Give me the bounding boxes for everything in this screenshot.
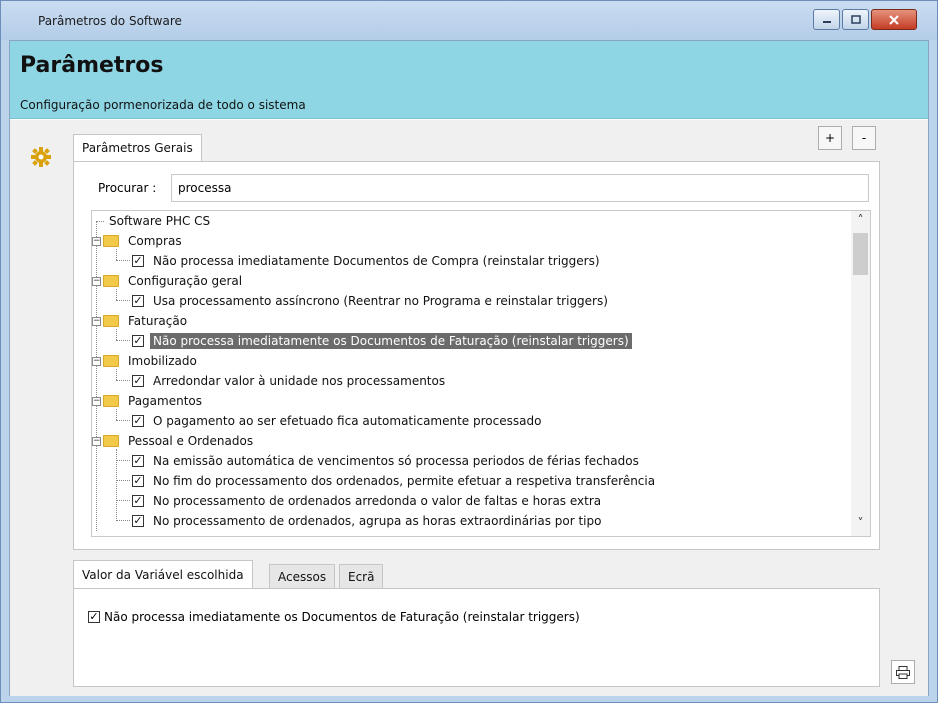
tree-root-label: Software PHC CS — [109, 214, 211, 228]
tab-label: Valor da Variável escolhida — [82, 567, 244, 582]
tab-ecra[interactable]: Ecrã — [339, 564, 384, 589]
checkbox-checked-icon[interactable]: ✓ — [132, 455, 144, 467]
tree-item[interactable]: ✓ Arredondar valor à unidade nos process… — [132, 371, 448, 391]
checkbox-checked-icon[interactable]: ✓ — [132, 475, 144, 487]
minimize-button[interactable] — [813, 9, 840, 30]
tree-group-label: Imobilizado — [128, 354, 197, 368]
tab-label: Ecrã — [348, 569, 375, 584]
window-title: Parâmetros do Software — [38, 14, 182, 28]
folder-icon — [103, 315, 119, 327]
tree-item[interactable]: ✓ No fim do processamento dos ordenados,… — [132, 471, 658, 491]
app-window: Parâmetros do Software Parâmetros Config… — [0, 0, 938, 703]
maximize-button[interactable] — [842, 9, 869, 30]
gear-icon — [30, 146, 52, 168]
tree-group-faturacao[interactable]: − Faturação — [92, 311, 190, 331]
tab-label: Acessos — [278, 569, 327, 584]
tree-item-label: Na emissão automática de vencimentos só … — [153, 454, 639, 468]
tab-label: Parâmetros Gerais — [82, 141, 193, 155]
tree-item[interactable]: ✓ O pagamento ao ser efetuado fica autom… — [132, 411, 544, 431]
checkbox-checked-icon[interactable]: ✓ — [88, 611, 100, 623]
scroll-thumb[interactable] — [853, 233, 868, 275]
collapse-all-button[interactable]: - — [852, 126, 876, 150]
checkbox-checked-icon[interactable]: ✓ — [132, 515, 144, 527]
expand-all-button[interactable]: + — [818, 126, 842, 150]
tree-item[interactable]: ✓ No processamento de ordenados, agrupa … — [132, 511, 604, 531]
tree-group-label: Configuração geral — [128, 274, 243, 288]
search-label: Procurar : — [98, 181, 157, 195]
tree-item[interactable]: ✓ No processamento de ordenados arredond… — [132, 491, 604, 511]
tree-group-label: Pagamentos — [128, 394, 202, 408]
checkbox-checked-icon[interactable]: ✓ — [132, 255, 144, 267]
tree-item-label: O pagamento ao ser efetuado fica automat… — [153, 414, 542, 428]
content-area: Parâmetros Gerais + - Procurar : Softwar… — [10, 120, 928, 696]
page-title: Parâmetros — [20, 53, 164, 78]
scroll-down-icon[interactable]: ˅ — [851, 516, 870, 534]
tab-parametros-gerais[interactable]: Parâmetros Gerais — [73, 134, 202, 162]
checkbox-checked-icon[interactable]: ✓ — [132, 495, 144, 507]
tree-group-pessoal-e-ordenados[interactable]: − Pessoal e Ordenados — [92, 431, 256, 451]
tree-group-label: Faturação — [128, 314, 188, 328]
tree-item-label: No processamento de ordenados arredonda … — [153, 494, 602, 508]
search-input[interactable] — [171, 174, 869, 202]
printer-icon — [896, 665, 910, 679]
tree-item-label: No fim do processamento dos ordenados, p… — [153, 474, 656, 488]
collapse-icon[interactable]: − — [92, 316, 101, 326]
tree-item-selected[interactable]: ✓ Não processa imediatamente os Document… — [132, 331, 632, 351]
tree-group-label: Pessoal e Ordenados — [128, 434, 254, 448]
checkbox-checked-icon[interactable]: ✓ — [132, 335, 144, 347]
parameters-panel: Procurar : Software PHC CS − Compras — [73, 161, 880, 550]
parameters-tree[interactable]: Software PHC CS − Compras ✓ Não processa… — [91, 210, 871, 537]
folder-icon — [103, 275, 119, 287]
close-icon — [889, 14, 899, 25]
tab-acessos[interactable]: Acessos — [269, 564, 336, 589]
collapse-icon[interactable]: − — [92, 356, 101, 366]
page-subtitle: Configuração pormenorizada de todo o sis… — [20, 98, 306, 112]
value-checkbox-row[interactable]: ✓ Não processa imediatamente os Document… — [88, 610, 580, 624]
value-checkbox-label: Não processa imediatamente os Documentos… — [104, 610, 580, 624]
folder-icon — [103, 355, 119, 367]
checkbox-checked-icon[interactable]: ✓ — [132, 295, 144, 307]
tree-item-label: Usa processamento assíncrono (Reentrar n… — [153, 294, 608, 308]
tree-item-label: Arredondar valor à unidade nos processam… — [153, 374, 446, 388]
tree-item[interactable]: ✓ Não processa imediatamente Documentos … — [132, 251, 603, 271]
title-bar[interactable]: Parâmetros do Software — [1, 1, 937, 40]
tree-item-label: Não processa imediatamente os Documentos… — [150, 333, 632, 349]
folder-icon — [103, 435, 119, 447]
collapse-icon[interactable]: − — [92, 396, 101, 406]
tree-root[interactable]: Software PHC CS — [106, 211, 213, 231]
tree-scrollbar[interactable]: ˄ ˅ — [851, 211, 870, 536]
checkbox-checked-icon[interactable]: ✓ — [132, 375, 144, 387]
collapse-icon[interactable]: − — [92, 276, 101, 286]
tree-item[interactable]: ✓ Usa processamento assíncrono (Reentrar… — [132, 291, 611, 311]
checkbox-checked-icon[interactable]: ✓ — [132, 415, 144, 427]
tree-group-configuracao-geral[interactable]: − Configuração geral — [92, 271, 245, 291]
tree-group-imobilizado[interactable]: − Imobilizado — [92, 351, 200, 371]
tree-item[interactable]: ✓ Na emissão automática de vencimentos s… — [132, 451, 642, 471]
folder-icon — [103, 235, 119, 247]
tree-group-label: Compras — [128, 234, 182, 248]
minimize-icon — [822, 20, 831, 23]
scroll-up-icon[interactable]: ˄ — [851, 213, 870, 231]
collapse-icon[interactable]: − — [92, 236, 101, 246]
tree-item-label: Não processa imediatamente Documentos de… — [153, 254, 600, 268]
variable-value-panel: ✓ Não processa imediatamente os Document… — [73, 588, 880, 687]
client-area: Parâmetros Configuração pormenorizada de… — [9, 40, 929, 696]
print-button[interactable] — [891, 660, 915, 684]
tree-group-pagamentos[interactable]: − Pagamentos — [92, 391, 205, 411]
maximize-icon — [850, 14, 861, 24]
collapse-icon[interactable]: − — [92, 436, 101, 446]
tree-item-label: No processamento de ordenados, agrupa as… — [153, 514, 602, 528]
tab-valor-da-variavel[interactable]: Valor da Variável escolhida — [73, 560, 253, 589]
tree-group-compras[interactable]: − Compras — [92, 231, 185, 251]
folder-icon — [103, 395, 119, 407]
page-header: Parâmetros Configuração pormenorizada de… — [10, 41, 928, 119]
close-button[interactable] — [871, 9, 917, 30]
